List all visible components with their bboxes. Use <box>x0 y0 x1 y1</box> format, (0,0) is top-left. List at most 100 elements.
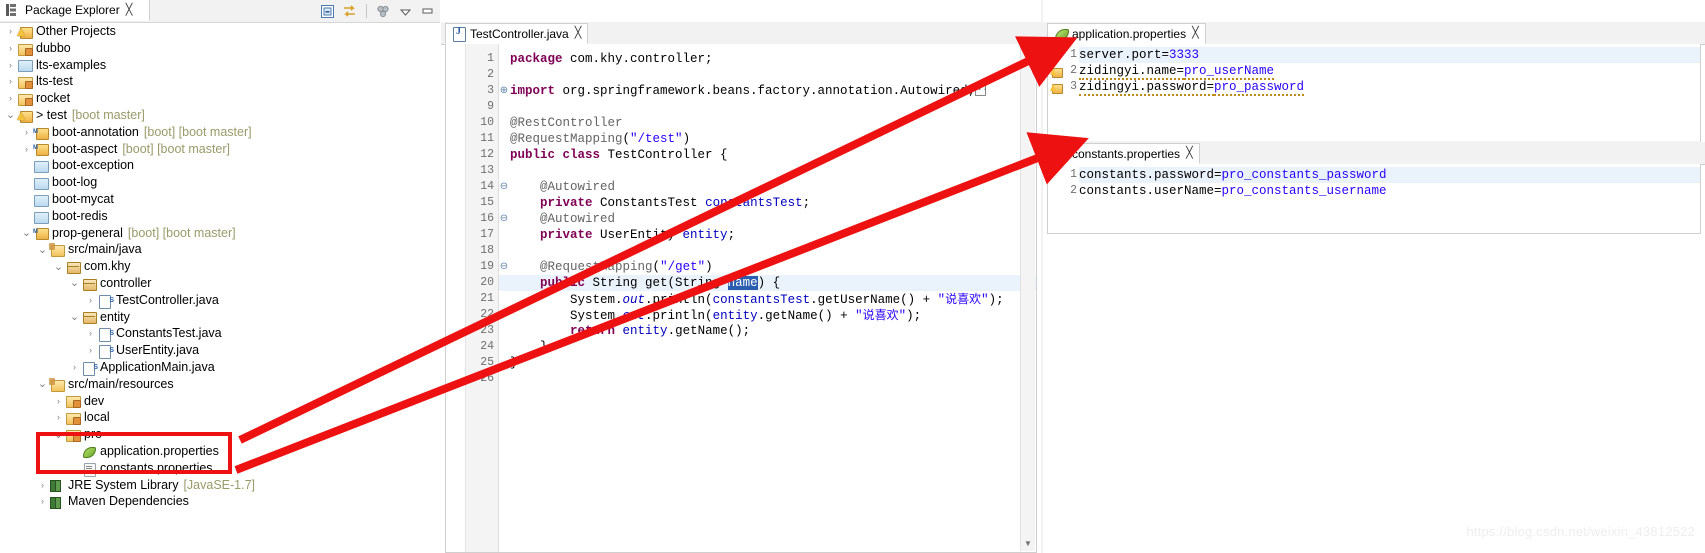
properties-text-area[interactable]: 12constants.password=pro_constants_passw… <box>1047 164 1701 234</box>
props-icon <box>81 461 97 476</box>
collapsed-arrow-icon[interactable]: › <box>84 342 97 359</box>
line-number: 2 <box>487 67 494 83</box>
tree-item[interactable]: ›dev <box>0 393 432 410</box>
line-number: 25 <box>480 355 494 371</box>
close-icon[interactable]: ╳ <box>575 28 582 39</box>
fold-toggle-icon[interactable]: ⊖ <box>499 179 509 195</box>
expanded-arrow-icon[interactable]: ⌄ <box>36 380 49 388</box>
tree-item[interactable]: boot-exception <box>0 157 432 174</box>
tree-item[interactable]: › rocket <box>0 90 432 107</box>
tree-item[interactable]: ›lts-test <box>0 73 432 90</box>
expanded-arrow-icon[interactable]: ⌄ <box>36 246 49 254</box>
collapsed-arrow-icon[interactable]: › <box>4 90 17 107</box>
fold-toggle-icon[interactable]: ⊖ <box>499 211 509 227</box>
tree-item[interactable]: › Maven Dependencies <box>0 493 432 510</box>
collapsed-arrow-icon[interactable]: › <box>4 73 17 90</box>
tab-testcontroller-java[interactable]: TestController.java ╳ <box>445 23 588 44</box>
line-number: 3 <box>1070 79 1077 95</box>
tab-application-properties[interactable]: application.properties╳ <box>1047 23 1206 44</box>
collapsed-arrow-icon[interactable]: › <box>36 493 49 510</box>
tree-item-label: JRE System Library <box>68 477 178 494</box>
tree-item[interactable]: ›local <box>0 409 432 426</box>
toolbar-separator <box>366 4 367 18</box>
link-with-editor-icon[interactable] <box>341 3 358 20</box>
scroll-down-arrow-icon[interactable]: ▼ <box>1021 537 1035 551</box>
tree-item[interactable]: › UserEntity.java <box>0 342 432 359</box>
line-number: 9 <box>487 99 494 115</box>
tree-item[interactable]: ⌄src/main/java <box>0 241 432 258</box>
tree-item[interactable]: boot-log <box>0 174 432 191</box>
lib-icon <box>49 494 65 509</box>
fold-toggle-icon[interactable]: ⊕ <box>499 83 509 99</box>
tree-item[interactable]: › ConstantsTest.java <box>0 325 432 342</box>
collapsed-arrow-icon[interactable]: › <box>4 23 17 40</box>
collapsed-arrow-icon[interactable]: › <box>52 393 65 410</box>
expanded-arrow-icon[interactable]: ⌄ <box>20 229 33 237</box>
package-explorer-view: Package Explorer ╳ <box>0 0 440 553</box>
scroll-up-arrow-icon[interactable]: ▲ <box>1021 45 1035 59</box>
tree-item[interactable]: ›boot-aspect[boot] [boot master] <box>0 141 432 158</box>
tree-item[interactable]: boot-redis <box>0 208 432 225</box>
properties-text-area[interactable]: 123server.port=3333zidingyi.name=pro_use… <box>1047 44 1701 157</box>
srcfolder-icon <box>49 242 65 257</box>
tree-item[interactable]: boot-mycat <box>0 191 432 208</box>
tree-item[interactable]: ›JRE System Library[JavaSE-1.7] <box>0 477 432 494</box>
expanded-arrow-icon[interactable]: ⌄ <box>52 263 65 271</box>
expanded-arrow-icon[interactable]: ⌄ <box>68 279 81 287</box>
tree-item[interactable]: ›Other Projects <box>0 23 432 40</box>
collapsed-arrow-icon[interactable]: › <box>84 292 97 309</box>
tree-item-label: Maven Dependencies <box>68 493 189 510</box>
tab-package-explorer[interactable]: Package Explorer ╳ <box>0 0 150 21</box>
view-menu-icon[interactable] <box>375 3 392 20</box>
tab-constants-properties[interactable]: constants.properties╳ <box>1047 143 1200 164</box>
close-icon[interactable]: ╳ <box>1186 148 1193 159</box>
tree-item[interactable]: ⌄pro <box>0 426 432 443</box>
collapsed-arrow-icon[interactable]: › <box>20 141 33 158</box>
chevron-down-icon[interactable] <box>397 3 414 20</box>
tree-item-label: UserEntity.java <box>116 342 199 359</box>
collapse-all-icon[interactable] <box>319 3 336 20</box>
tree-item[interactable]: ›lts-examples <box>0 57 432 74</box>
tree-item[interactable]: application.properties <box>0 443 432 460</box>
line-number: 13 <box>480 163 494 179</box>
project-tree[interactable]: ›Other Projects›dubbo›lts-examples›lts-t… <box>0 23 432 553</box>
minimize-icon[interactable] <box>419 3 436 20</box>
collapsed-arrow-icon[interactable]: › <box>52 409 65 426</box>
tree-item-label: ConstantsTest.java <box>116 325 222 342</box>
tree-item[interactable]: ⌄prop-general[boot] [boot master] <box>0 225 432 242</box>
tree-item-label: boot-log <box>52 174 97 191</box>
source-code-text[interactable]: package com.khy.controller;import org.sp… <box>510 44 1036 552</box>
leaf-icon <box>81 444 97 459</box>
collapsed-arrow-icon[interactable]: › <box>4 40 17 57</box>
editor-tab-label: TestController.java <box>470 27 569 41</box>
collapsed-arrow-icon[interactable]: › <box>84 325 97 342</box>
code-line: } <box>510 339 548 355</box>
collapsed-arrow-icon[interactable]: › <box>20 124 33 141</box>
expanded-arrow-icon[interactable]: ⌄ <box>52 431 65 439</box>
close-icon[interactable]: ╳ <box>1192 28 1199 39</box>
tree-item[interactable]: ⌄entity <box>0 309 432 326</box>
editor-vertical-scrollbar[interactable]: ▲ ▼ <box>1020 45 1035 551</box>
expanded-arrow-icon[interactable]: ⌄ <box>68 313 81 321</box>
tree-item[interactable]: ›boot-annotation[boot] [boot master] <box>0 124 432 141</box>
marker-gutter[interactable] <box>446 44 460 552</box>
collapsed-arrow-icon[interactable]: › <box>4 57 17 74</box>
editor-tabbar: TestController.java ╳ <box>441 22 1041 45</box>
close-icon[interactable]: ╳ <box>126 5 133 16</box>
tree-item-label: boot-aspect <box>52 141 117 158</box>
tree-item[interactable]: ⌄controller <box>0 275 432 292</box>
tree-item[interactable]: ›ApplicationMain.java <box>0 359 432 376</box>
expanded-arrow-icon[interactable]: ⌄ <box>4 111 17 119</box>
collapsed-arrow-icon[interactable]: › <box>68 359 81 376</box>
tree-item[interactable]: ›dubbo <box>0 40 432 57</box>
code-area[interactable]: 12391011121314151617181920212223242526 p… <box>445 44 1037 553</box>
tree-item[interactable]: constants.properties <box>0 460 432 477</box>
fold-toggle-icon[interactable]: ⊖ <box>499 259 509 275</box>
tree-item[interactable]: ›TestController.java <box>0 292 432 309</box>
line-number: 1 <box>1070 47 1077 63</box>
tree-item[interactable]: ⌄src/main/resources <box>0 376 432 393</box>
collapsed-arrow-icon[interactable]: › <box>36 477 49 494</box>
tree-item[interactable]: ⌄com.khy <box>0 258 432 275</box>
tree-item-label: rocket <box>36 90 70 107</box>
tree-item[interactable]: ⌄> test[boot master] <box>0 107 432 124</box>
